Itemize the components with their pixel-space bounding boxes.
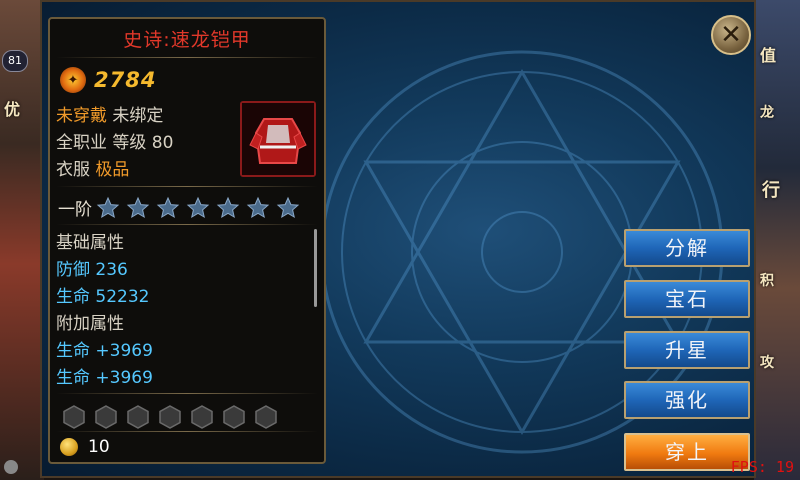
level-text: 等级 80 (112, 133, 174, 153)
star-icon (156, 196, 180, 218)
equip-status: 未穿戴 (56, 106, 107, 126)
attribute-list[interactable]: 基础属性防御 236 生命 52232 附加属性生命 +3969 生命 +3969 (56, 230, 153, 392)
star-up-button[interactable]: 升星 (624, 331, 750, 369)
divider (56, 186, 318, 187)
star-tier-label: 一阶 (58, 200, 92, 220)
attribute-value: 生命 +3969 (56, 368, 153, 388)
stars-container (96, 196, 306, 220)
level-badge: 81 (2, 50, 28, 72)
attribute-value: 生命 +3969 (56, 341, 153, 361)
bind-status: 未绑定 (112, 106, 164, 126)
gem-slot-icon[interactable] (190, 405, 214, 429)
coin-icon (60, 438, 78, 456)
background-right (754, 0, 800, 480)
power-value: 2784 (94, 68, 157, 92)
attribute-section-header: 基础属性 (56, 233, 124, 253)
status-icon (4, 460, 18, 474)
divider (56, 431, 318, 432)
star-icon (186, 196, 210, 218)
fps-counter: FPS: 19 (730, 458, 794, 476)
power-row: ✦ 2784 (60, 67, 156, 93)
side-label-right-1: 值 (760, 46, 777, 65)
divider (56, 224, 318, 225)
side-label-right-3: 行 (762, 180, 780, 201)
gem-slot-icon[interactable] (94, 405, 118, 429)
coin-value: 10 (88, 437, 110, 457)
gem-slot-icon[interactable] (126, 405, 150, 429)
gem-slot-icon[interactable] (158, 405, 182, 429)
armor-icon[interactable] (240, 101, 316, 177)
slot-text: 衣服 (56, 160, 90, 180)
gem-slot-icon[interactable] (254, 405, 278, 429)
gem-slot-icon[interactable] (62, 405, 86, 429)
coin-row: 10 (60, 437, 110, 457)
side-label-right-2: 龙 (760, 105, 774, 121)
attribute-section-header: 附加属性 (56, 314, 124, 334)
star-rating: 一阶 (58, 195, 306, 220)
star-icon (126, 196, 150, 218)
attribute-scrollbar[interactable] (314, 229, 317, 307)
gem-slots (62, 405, 286, 429)
side-label-right-5: 攻 (760, 355, 774, 371)
slot-quality-line: 衣服 极品 (56, 155, 129, 180)
job-text: 全职业 (56, 133, 107, 153)
gem-button[interactable]: 宝石 (624, 280, 750, 318)
job-level-line: 全职业 等级 80 (56, 128, 173, 153)
quality-text: 极品 (95, 160, 130, 180)
decompose-button[interactable]: 分解 (624, 229, 750, 267)
attribute-value: 防御 236 (56, 260, 128, 280)
close-icon: ✕ (720, 20, 742, 50)
power-icon: ✦ (60, 67, 86, 93)
item-title: 史诗:速龙铠甲 (123, 29, 251, 51)
attribute-value: 生命 52232 (56, 287, 150, 307)
close-button[interactable]: ✕ (711, 15, 751, 55)
star-icon (246, 196, 270, 218)
side-label-left: 优 (4, 100, 21, 119)
divider (56, 57, 318, 58)
gem-slot-icon[interactable] (222, 405, 246, 429)
star-icon (276, 196, 300, 218)
star-icon (96, 196, 120, 218)
divider (56, 393, 318, 394)
status-line: 未穿戴 未绑定 (56, 101, 163, 126)
star-icon (216, 196, 240, 218)
enhance-button[interactable]: 强化 (624, 381, 750, 419)
side-label-right-4: 积 (760, 273, 774, 289)
background-left (0, 0, 44, 480)
item-detail-panel: 史诗:速龙铠甲 ✦ 2784 未穿戴 未绑定 全职业 等级 80 衣服 极品 一… (48, 17, 326, 464)
